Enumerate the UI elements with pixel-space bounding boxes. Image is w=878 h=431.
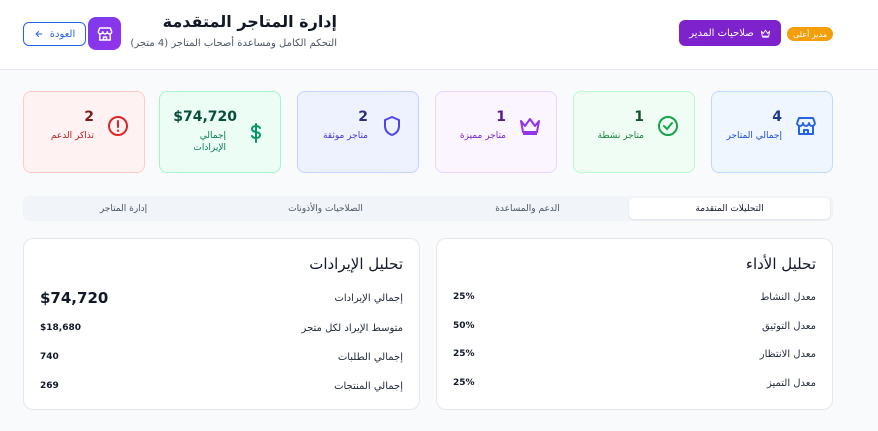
stat-label: تذاكر الدعم [50, 131, 94, 141]
list-item: إجمالي الإيرادات $74,720 [40, 289, 403, 307]
stat-value: $74,720 [173, 109, 237, 125]
stat-value: 1 [496, 109, 506, 125]
stat-label: إجمالي الإيرادات [193, 131, 226, 153]
metric-label: معدل النشاط [760, 291, 816, 303]
metric-value: 25% [453, 292, 475, 302]
list-item: متوسط الإيراد لكل متجر $18,680 [40, 320, 403, 336]
metric-label: معدل التوثيق [761, 320, 816, 332]
metric-value: $74,720 [40, 289, 109, 307]
metric-label: متوسط الإيراد لكل متجر [301, 322, 403, 334]
metric-value: 740 [40, 352, 59, 362]
tab-store-management[interactable]: إدارة المتاجر [23, 198, 224, 219]
page-subtitle: التحكم الكامل ومساعدة أصحاب المتاجر (4 م… [130, 38, 337, 49]
stat-label: متاجر موثقة [322, 131, 368, 141]
metric-label: إجمالي المنتجات [334, 380, 403, 392]
performance-panel: تحليل الأداء معدل النشاط 25% معدل التوثي… [436, 238, 833, 410]
role-badge: مدير أعلى [787, 27, 833, 41]
stat-card-active-stores: 1 متاجر نشطة [573, 91, 695, 173]
store-icon [794, 114, 818, 138]
stat-card-verified-stores: 2 متاجر موثقة [297, 91, 419, 173]
stat-value: 2 [84, 109, 94, 125]
stat-card-total-revenue: $74,720 إجمالي الإيرادات [159, 91, 281, 173]
metric-value: $18,680 [40, 323, 81, 333]
metric-value: 50% [453, 321, 475, 331]
stat-value: 2 [358, 109, 368, 125]
page-header: مدير أعلى صلاحيات المدير إدارة المتاجر ا… [0, 0, 878, 70]
metric-label: معدل التميز [766, 377, 816, 389]
list-item: إجمالي المنتجات 269 [40, 378, 403, 394]
performance-title: تحليل الأداء [745, 255, 816, 273]
crown-icon [518, 114, 542, 138]
metric-value: 25% [453, 349, 475, 359]
stat-label: متاجر نشطة [597, 131, 644, 141]
admin-permissions-label: صلاحيات المدير [689, 27, 754, 39]
list-item: معدل الانتظار 25% [453, 346, 816, 362]
back-label: العودة [49, 28, 76, 40]
arrow-left-icon [34, 29, 44, 39]
stat-value: 1 [634, 109, 644, 125]
back-button[interactable]: العودة [23, 22, 86, 46]
page-title: إدارة المتاجر المتقدمة [162, 12, 337, 31]
metric-label: إجمالي الإيرادات [334, 292, 403, 304]
dollar-icon [244, 121, 268, 145]
revenue-panel: تحليل الإيرادات إجمالي الإيرادات $74,720… [23, 238, 420, 410]
revenue-title: تحليل الإيرادات [309, 255, 403, 273]
store-badge [88, 17, 121, 50]
metric-label: إجمالي الطلبات [337, 351, 403, 363]
stat-card-support-tickets: 2 تذاكر الدعم [23, 91, 145, 173]
crown-icon [760, 28, 771, 39]
tab-support[interactable]: الدعم والمساعدة [427, 198, 628, 219]
metric-label: معدل الانتظار [759, 348, 816, 360]
tab-permissions[interactable]: الصلاحيات والأذونات [225, 198, 426, 219]
admin-permissions-button[interactable]: صلاحيات المدير [679, 20, 781, 46]
metric-value: 25% [453, 378, 475, 388]
tabs-bar: التحليلات المتقدمة الدعم والمساعدة الصلا… [23, 196, 833, 221]
stat-label: إجمالي المتاجر [726, 131, 782, 141]
list-item: إجمالي الطلبات 740 [40, 349, 403, 365]
stat-card-featured-stores: 1 متاجر مميزة [435, 91, 557, 173]
tab-advanced-analytics[interactable]: التحليلات المتقدمة [629, 198, 830, 219]
stat-value: 4 [772, 109, 782, 125]
alert-circle-icon [106, 114, 130, 138]
stat-label: متاجر مميزة [459, 131, 506, 141]
stat-card-total-stores: 4 إجمالي المتاجر [711, 91, 833, 173]
list-item: معدل التوثيق 50% [453, 318, 816, 334]
shield-icon [380, 114, 404, 138]
list-item: معدل التميز 25% [453, 375, 816, 391]
store-icon [96, 25, 114, 43]
check-circle-icon [656, 114, 680, 138]
metric-value: 269 [40, 381, 59, 391]
list-item: معدل النشاط 25% [453, 289, 816, 305]
